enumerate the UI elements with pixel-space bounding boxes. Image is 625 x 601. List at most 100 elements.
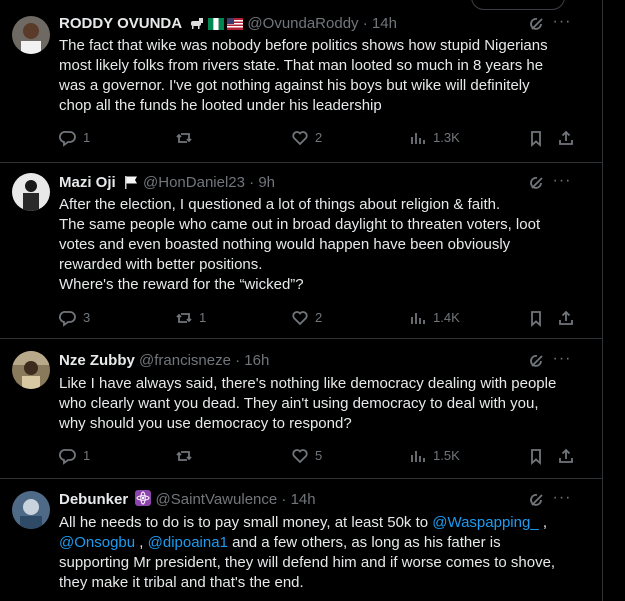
more-icon[interactable]: ··· [552,173,572,194]
reply-button[interactable]: 1 [59,446,90,466]
repost-button[interactable] [175,128,199,148]
tweet-line: After the election, I questioned a lot o… [59,196,501,213]
display-name[interactable]: Mazi Oji [59,174,116,191]
tweet-header: Mazi Oji @HonDaniel23 · 9h [59,173,568,193]
tweet-line: @Onsogbu , @dipoaina1 and a few others, … [59,533,579,553]
heart-icon [292,131,308,146]
share-button[interactable] [557,308,575,328]
share-button[interactable] [557,128,575,148]
tweet-header: Debunker @SaintVawulence · 14h [59,490,568,510]
tweet-line: votes and even boasted nothing would hap… [59,236,511,253]
nigeria-flag-icon [208,16,225,34]
tweet-line: was a governor. I've got nothing against… [59,77,530,94]
views-icon [411,313,425,324]
share-icon [559,310,573,325]
like-count: 2 [315,130,323,145]
reply-button[interactable]: 3 [59,308,90,328]
like-button[interactable]: 2 [291,308,322,328]
views-button[interactable]: 1.5K [409,446,460,466]
tweet-line: The same people who came out in broad da… [59,216,541,233]
timestamp[interactable]: 14h [372,15,397,32]
grok-icon[interactable] [528,174,546,192]
bookmark-button[interactable] [527,446,545,466]
more-icon[interactable]: ··· [552,490,572,511]
views-count: 1.5K [433,448,460,463]
tweet-line: All he needs to do is to pay small money… [59,513,579,533]
reply-count: 1 [83,130,91,145]
tweet-line: most likely folks from rivers state. Tha… [59,57,544,74]
views-icon [411,451,425,462]
grok-icon[interactable] [528,491,546,509]
more-icon[interactable]: ··· [552,14,572,35]
atom-emoji-icon [135,490,152,510]
heart-icon [292,449,308,464]
timestamp[interactable]: 9h [258,174,275,191]
display-name[interactable]: Nze Zubby [59,352,135,369]
tweet-line: why should you use democracy to respond? [59,415,352,432]
bookmark-button[interactable] [527,128,545,148]
like-button[interactable]: 5 [291,446,322,466]
action-bar: 1 2 1.3K [59,128,579,148]
reply-button[interactable]: 1 [59,128,90,148]
bookmark-icon [531,311,541,327]
mention-link[interactable]: @Waspapping_ [432,514,538,531]
bookmark-button[interactable] [527,308,545,328]
reply-icon [59,131,76,147]
views-button[interactable]: 1.3K [409,128,460,148]
grok-icon[interactable] [528,15,546,33]
bookmark-icon [531,131,541,147]
timestamp[interactable]: 16h [244,352,269,369]
repost-button[interactable]: 1 [175,308,206,328]
share-icon [559,130,573,145]
handle[interactable]: @OvundaRoddy [247,15,358,32]
grok-icon[interactable] [528,352,546,370]
timeline-border [602,0,603,601]
tweet-text: All he needs to do is to pay small money… [59,513,579,593]
like-button[interactable]: 2 [291,128,322,148]
white-flag-icon [123,175,139,193]
timestamp[interactable]: 14h [291,491,316,508]
views-count: 1.4K [433,310,460,325]
handle[interactable]: @SaintVawulence [156,491,278,508]
tweet-line: The fact that wike was nobody before pol… [59,37,548,54]
repost-count: 1 [199,310,207,325]
goat-emoji-icon [189,16,205,34]
separator-dot: · [235,352,241,369]
usa-flag-icon [227,16,244,34]
display-name[interactable]: Debunker [59,491,128,508]
bookmark-icon [531,449,541,465]
handle[interactable]: @francisneze [139,352,231,369]
display-name[interactable]: RODDY OVUNDA [59,15,182,32]
tweet-text: After the election, I questioned a lot o… [59,195,579,295]
tweet-header: Nze Zubby @francisneze · 16h [59,351,568,371]
tweet[interactable]: Debunker @SaintVawulence · 14h ··· All h… [0,479,602,601]
tweet[interactable]: RODDY OVUNDA @OvundaRoddy · 14h ··· The … [0,0,602,163]
repost-button[interactable] [175,446,199,466]
views-button[interactable]: 1.4K [409,308,460,328]
avatar[interactable] [12,173,50,211]
handle[interactable]: @HonDaniel23 [143,174,245,191]
share-button[interactable] [557,446,575,466]
text-fragment: and a few others, as long as his father … [227,534,501,551]
tweet[interactable]: Mazi Oji @HonDaniel23 · 9h ··· After the… [0,163,602,339]
avatar[interactable] [12,16,50,54]
reply-count: 1 [83,448,91,463]
reply-icon [59,449,76,465]
text-fragment: , [135,534,148,551]
avatar[interactable] [12,351,50,389]
separator-dot: · [281,491,287,508]
mention-link[interactable]: @dipoaina1 [148,534,228,551]
avatar[interactable] [12,491,50,529]
tweet-header: RODDY OVUNDA @OvundaRoddy · 14h [59,14,568,34]
heart-icon [292,311,308,326]
tweet-text: The fact that wike was nobody before pol… [59,36,579,116]
repost-icon [176,133,192,143]
like-count: 2 [315,310,323,325]
tweet[interactable]: Nze Zubby @francisneze · 16h ··· Like I … [0,339,602,479]
more-icon[interactable]: ··· [552,351,572,372]
separator-dot: · [362,15,368,32]
reply-icon [59,311,76,327]
mention-link[interactable]: @Onsogbu [59,534,135,551]
views-count: 1.3K [433,130,460,145]
text-fragment: , [538,514,548,531]
